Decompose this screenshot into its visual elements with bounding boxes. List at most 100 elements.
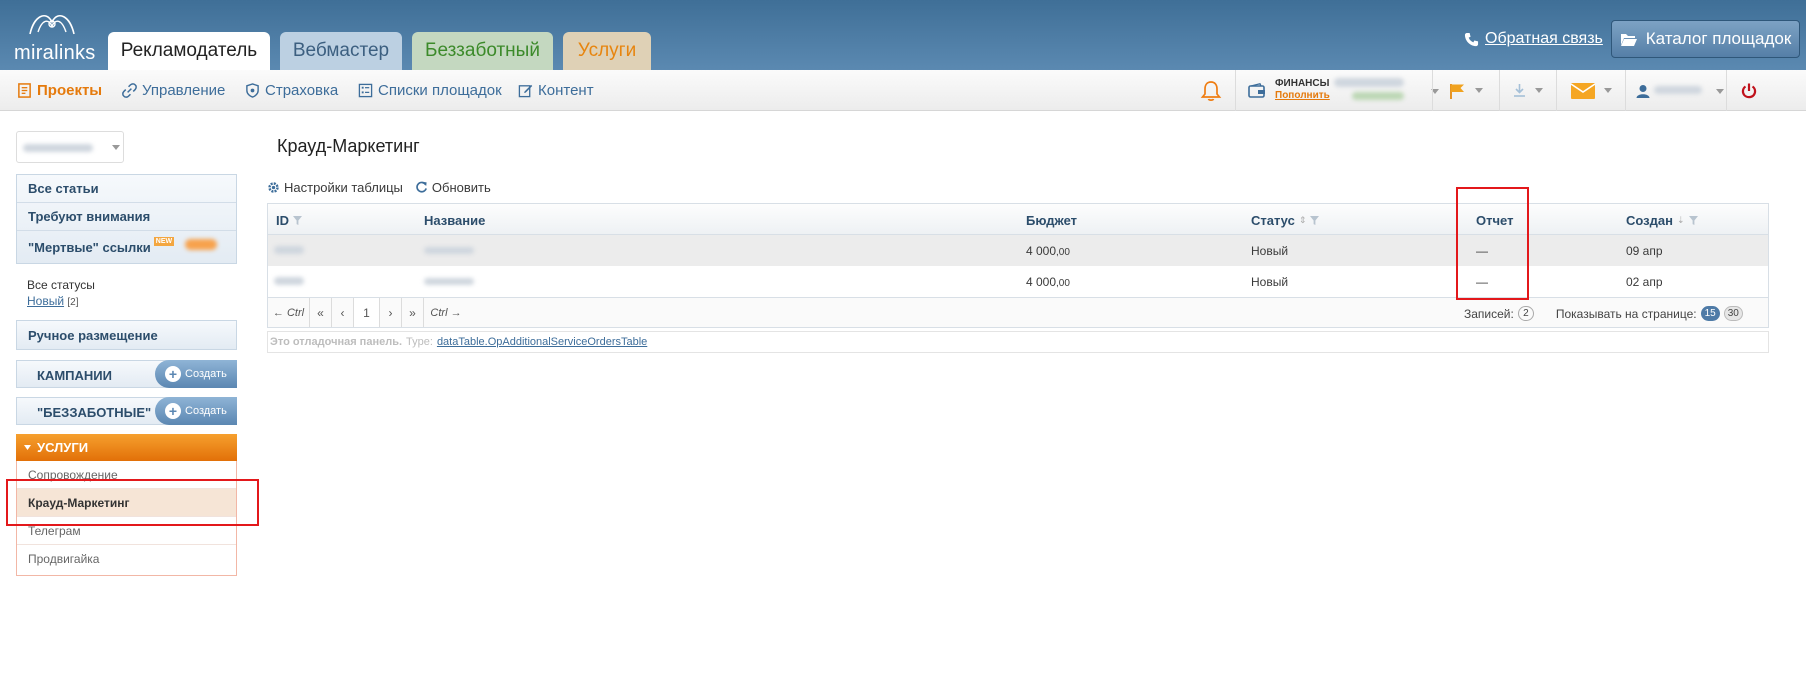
tab-services[interactable]: Услуги [563, 32, 651, 70]
report-cell: — [1476, 275, 1488, 289]
blurred-bonus [1352, 92, 1404, 100]
catalog-button[interactable]: Каталог площадок [1611, 20, 1800, 58]
sidebar-item-all-articles[interactable]: Все статьи [17, 175, 236, 203]
tab-webmaster[interactable]: Вебмастер [280, 32, 402, 70]
mail-icon [1570, 82, 1595, 99]
tab-carefree[interactable]: Беззаботный [412, 32, 553, 70]
blurred-dead-count [185, 239, 217, 250]
refresh-label: Обновить [431, 180, 491, 195]
flags-tool[interactable] [1432, 70, 1498, 111]
pager-prev-ctrl[interactable]: ← Ctrl [268, 298, 310, 327]
column-label: Статус [1251, 213, 1295, 228]
sidebar-item-telegram[interactable]: Телеграм [17, 517, 236, 545]
carefree-row: "БЕЗЗАБОТНЫЕ" + Создать [16, 397, 237, 425]
sidebar-item-label: Телеграм [28, 523, 81, 538]
records-summary: Записей: 2 Показывать на странице: 15 30 [1464, 306, 1743, 321]
budget-decimals: ,00 [1056, 278, 1070, 289]
sidebar-item-label: Ручное размещение [28, 327, 158, 343]
messages-tool[interactable] [1556, 70, 1624, 111]
downloads-tool[interactable] [1499, 70, 1555, 111]
bell-icon [1200, 80, 1222, 101]
feedback-link[interactable]: Обратная связь [1464, 30, 1603, 48]
tab-advertiser[interactable]: Рекламодатель [108, 32, 270, 70]
pager-prev-button[interactable]: ‹ [332, 298, 354, 327]
sidebar-item-crowd-marketing[interactable]: Крауд-Маркетинг [17, 489, 236, 517]
budget-value: 4 000 [1026, 244, 1057, 258]
sidebar-item-dead-links[interactable]: "Мертвые" ссылки NEW [17, 231, 236, 263]
plus-icon: + [165, 366, 181, 382]
sidebar-item-label: Крауд-Маркетинг [28, 495, 130, 510]
column-header-status[interactable]: Статус ⇕ [1251, 213, 1320, 228]
column-header-created[interactable]: Создан ⇣ [1626, 213, 1698, 228]
sort-icon[interactable]: ⇕ [1299, 215, 1307, 226]
pager-next-ctrl[interactable]: Ctrl → [424, 298, 468, 327]
table-settings-button[interactable]: Настройки таблицы [267, 180, 403, 195]
subnav-label-content: Контент [538, 82, 594, 99]
column-label: Бюджет [1026, 213, 1077, 228]
subnav-item-management[interactable]: Управление [122, 82, 225, 99]
debug-panel: Это отладочная панель. Type: dataTable.O… [267, 331, 1769, 353]
column-label: Создан [1626, 213, 1673, 228]
table-row[interactable]: 4 000,00 Новый — 02 апр [268, 266, 1768, 297]
subnav-item-content[interactable]: Контент [518, 82, 594, 99]
column-header-name[interactable]: Название [424, 213, 485, 228]
refresh-button[interactable]: Обновить [415, 180, 491, 195]
create-label: Создать [185, 368, 227, 380]
chevron-down-icon [1603, 88, 1612, 93]
user-tool[interactable] [1625, 70, 1725, 111]
logout-tool[interactable] [1726, 70, 1770, 111]
create-carefree-button[interactable]: + Создать [155, 397, 237, 425]
subnav-item-insurance[interactable]: Страховка [245, 82, 338, 99]
services-header[interactable]: УСЛУГИ [16, 434, 237, 461]
list-icon [358, 83, 373, 98]
filter-icon[interactable] [1688, 216, 1698, 225]
triangle-down-icon [24, 445, 31, 450]
page-title: Крауд-Маркетинг [277, 136, 420, 156]
pager-first-button[interactable]: « [310, 298, 332, 327]
per-page-option-30[interactable]: 30 [1723, 306, 1743, 321]
created-cell: 02 апр [1626, 275, 1663, 289]
filter-icon[interactable] [1310, 216, 1320, 225]
debug-type-link[interactable]: dataTable.OpAdditionalServiceOrdersTable [437, 336, 647, 348]
subnav-label-management: Управление [142, 82, 226, 99]
sidebar-item-need-attention[interactable]: Требуют внимания [17, 203, 236, 231]
blurred-project-name [23, 144, 93, 152]
blurred-username [1654, 86, 1702, 94]
status-new-link[interactable]: Новый [27, 294, 64, 308]
feedback-label: Обратная связь [1485, 30, 1603, 47]
chevron-down-icon [1474, 88, 1483, 93]
column-header-report[interactable]: Отчет [1476, 213, 1513, 228]
topup-link[interactable]: Пополнить [1275, 90, 1330, 101]
logo-mark-icon [29, 14, 75, 35]
sidebar-item-support[interactable]: Сопровождение [17, 461, 236, 489]
pager-page-button[interactable]: 1 [354, 298, 380, 327]
pager-next-button[interactable]: › [380, 298, 402, 327]
per-page-label: Показывать на странице: [1555, 306, 1697, 321]
gear-icon [268, 182, 279, 193]
create-campaign-button[interactable]: + Создать [155, 360, 237, 388]
blurred-balance [1334, 78, 1404, 87]
sidebar-item-label: Все статьи [28, 181, 99, 196]
subnav-item-projects[interactable]: Проекты [17, 82, 102, 99]
subnav-item-site-lists[interactable]: Списки площадок [358, 82, 502, 99]
notifications-tool[interactable] [1188, 70, 1234, 111]
miralinks-logo[interactable]: miralinks [14, 8, 95, 64]
per-page-option-15[interactable]: 15 [1700, 306, 1720, 321]
sidebar-item-manual-placement[interactable]: Ручное размещение [17, 321, 236, 349]
sort-desc-icon[interactable]: ⇣ [1677, 215, 1685, 226]
blurred-name [424, 278, 474, 285]
link-icon [122, 83, 137, 98]
filter-icon[interactable] [293, 216, 302, 225]
pager-last-button[interactable]: » [402, 298, 424, 327]
column-header-id[interactable]: ID [276, 213, 302, 228]
report-cell: — [1476, 244, 1488, 258]
table-row[interactable]: 4 000,00 Новый — 09 апр [268, 235, 1768, 266]
projects-icon [18, 83, 31, 98]
project-select[interactable] [16, 131, 124, 163]
sidebar-item-label: Сопровождение [28, 467, 118, 482]
blurred-id [274, 246, 304, 254]
column-header-budget[interactable]: Бюджет [1026, 213, 1077, 228]
sidebar-item-prodvigaika[interactable]: Продвигайка [17, 545, 236, 573]
campaigns-row: КАМПАНИИ + Создать [16, 360, 237, 388]
finance-tool[interactable]: ФИНАНСЫ Пополнить [1235, 70, 1439, 111]
